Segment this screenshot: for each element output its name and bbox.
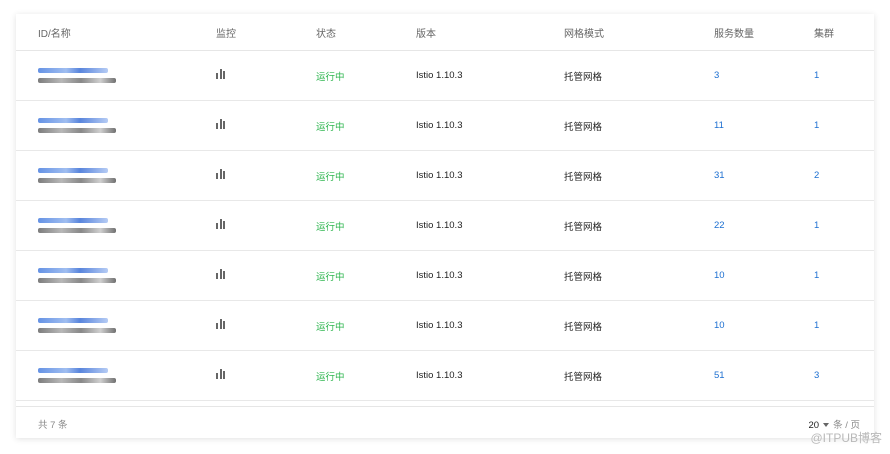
monitor-cell	[216, 200, 316, 251]
service-count-link[interactable]: 31	[714, 150, 814, 201]
mesh-id-name-cell	[16, 100, 216, 151]
bar-chart-icon[interactable]	[216, 69, 225, 79]
mesh-table: ID/名称 监控 状态 版本 网格模式 服务数量 集群 运行中 Istio 1.…	[16, 14, 874, 401]
mesh-id-link[interactable]	[38, 218, 108, 223]
version-text: Istio 1.10.3	[416, 250, 564, 301]
bar-chart-icon[interactable]	[216, 169, 225, 179]
mesh-id-link[interactable]	[38, 118, 108, 123]
mesh-id-link[interactable]	[38, 318, 108, 323]
monitor-cell	[216, 250, 316, 301]
mesh-id-name-cell	[16, 50, 216, 101]
mesh-name	[38, 228, 116, 233]
mesh-mode-text: 托管网格	[564, 350, 714, 401]
status-text: 运行中	[316, 300, 416, 351]
mesh-id-name-cell	[16, 200, 216, 251]
mesh-name	[38, 78, 116, 83]
mesh-mode-text: 托管网格	[564, 250, 714, 301]
status-text: 运行中	[316, 50, 416, 101]
mesh-id-name-cell	[16, 300, 216, 351]
mesh-id-name-cell	[16, 250, 216, 301]
mesh-id-name-cell	[16, 150, 216, 201]
header-id-name: ID/名称	[16, 14, 216, 51]
mesh-name	[38, 378, 116, 383]
cluster-count-link[interactable]: 1	[814, 50, 874, 101]
header-cluster: 集群	[814, 14, 874, 51]
table-row: 运行中 Istio 1.10.3 托管网格 22 1	[16, 200, 874, 251]
bar-chart-icon[interactable]	[216, 119, 225, 129]
mesh-id-link[interactable]	[38, 168, 108, 173]
mesh-id-link[interactable]	[38, 368, 108, 373]
cluster-count-link[interactable]: 1	[814, 100, 874, 151]
version-text: Istio 1.10.3	[416, 100, 564, 151]
version-text: Istio 1.10.3	[416, 200, 564, 251]
cluster-count-link[interactable]: 1	[814, 300, 874, 351]
mesh-name	[38, 278, 116, 283]
table-row: 运行中 Istio 1.10.3 托管网格 10 1	[16, 250, 874, 301]
chevron-down-icon	[823, 422, 830, 427]
mesh-mode-text: 托管网格	[564, 50, 714, 101]
header-mesh-mode: 网格模式	[564, 14, 714, 51]
mesh-id-name-cell	[16, 350, 216, 401]
mesh-mode-text: 托管网格	[564, 200, 714, 251]
table-row: 运行中 Istio 1.10.3 托管网格 3 1	[16, 50, 874, 101]
service-count-link[interactable]: 22	[714, 200, 814, 251]
service-count-link[interactable]: 10	[714, 300, 814, 351]
mesh-name	[38, 128, 116, 133]
header-service-count: 服务数量	[714, 14, 814, 51]
cluster-count-link[interactable]: 1	[814, 250, 874, 301]
bar-chart-icon[interactable]	[216, 319, 225, 329]
header-status: 状态	[316, 14, 416, 51]
version-text: Istio 1.10.3	[416, 50, 564, 101]
status-text: 运行中	[316, 200, 416, 251]
table-row: 运行中 Istio 1.10.3 托管网格 10 1	[16, 300, 874, 351]
cluster-count-link[interactable]: 1	[814, 200, 874, 251]
table-row: 运行中 Istio 1.10.3 托管网格 11 1	[16, 100, 874, 151]
service-count-link[interactable]: 11	[714, 100, 814, 151]
bar-chart-icon[interactable]	[216, 219, 225, 229]
mesh-name	[38, 328, 116, 333]
mesh-mode-text: 托管网格	[564, 150, 714, 201]
cluster-count-link[interactable]: 3	[814, 350, 874, 401]
watermark: @ITPUB博客	[810, 431, 882, 445]
service-count-link[interactable]: 3	[714, 50, 814, 101]
table-header-row: ID/名称 监控 状态 版本 网格模式 服务数量 集群	[16, 14, 874, 51]
version-text: Istio 1.10.3	[416, 350, 564, 401]
version-text: Istio 1.10.3	[416, 150, 564, 201]
monitor-cell	[216, 50, 316, 101]
monitor-cell	[216, 150, 316, 201]
status-text: 运行中	[316, 100, 416, 151]
table-row: 运行中 Istio 1.10.3 托管网格 31 2	[16, 150, 874, 201]
monitor-cell	[216, 100, 316, 151]
bar-chart-icon[interactable]	[216, 269, 225, 279]
header-version: 版本	[416, 14, 564, 51]
mesh-mode-text: 托管网格	[564, 100, 714, 151]
monitor-cell	[216, 300, 316, 351]
mesh-id-link[interactable]	[38, 68, 108, 73]
header-monitor: 监控	[216, 14, 316, 51]
cluster-count-link[interactable]: 2	[814, 150, 874, 201]
table-row: 运行中 Istio 1.10.3 托管网格 51 3	[16, 350, 874, 401]
mesh-mode-text: 托管网格	[564, 300, 714, 351]
table-footer: 共 7 条 20 条 / 页	[16, 406, 874, 439]
service-count-link[interactable]: 10	[714, 250, 814, 301]
mesh-list-card: ID/名称 监控 状态 版本 网格模式 服务数量 集群 运行中 Istio 1.…	[16, 14, 874, 438]
bar-chart-icon[interactable]	[216, 369, 225, 379]
version-text: Istio 1.10.3	[416, 300, 564, 351]
status-text: 运行中	[316, 150, 416, 201]
mesh-id-link[interactable]	[38, 268, 108, 273]
service-count-link[interactable]: 51	[714, 350, 814, 401]
status-text: 运行中	[316, 350, 416, 401]
status-text: 运行中	[316, 250, 416, 301]
monitor-cell	[216, 350, 316, 401]
mesh-name	[38, 178, 116, 183]
total-count: 共 7 条	[38, 420, 68, 431]
